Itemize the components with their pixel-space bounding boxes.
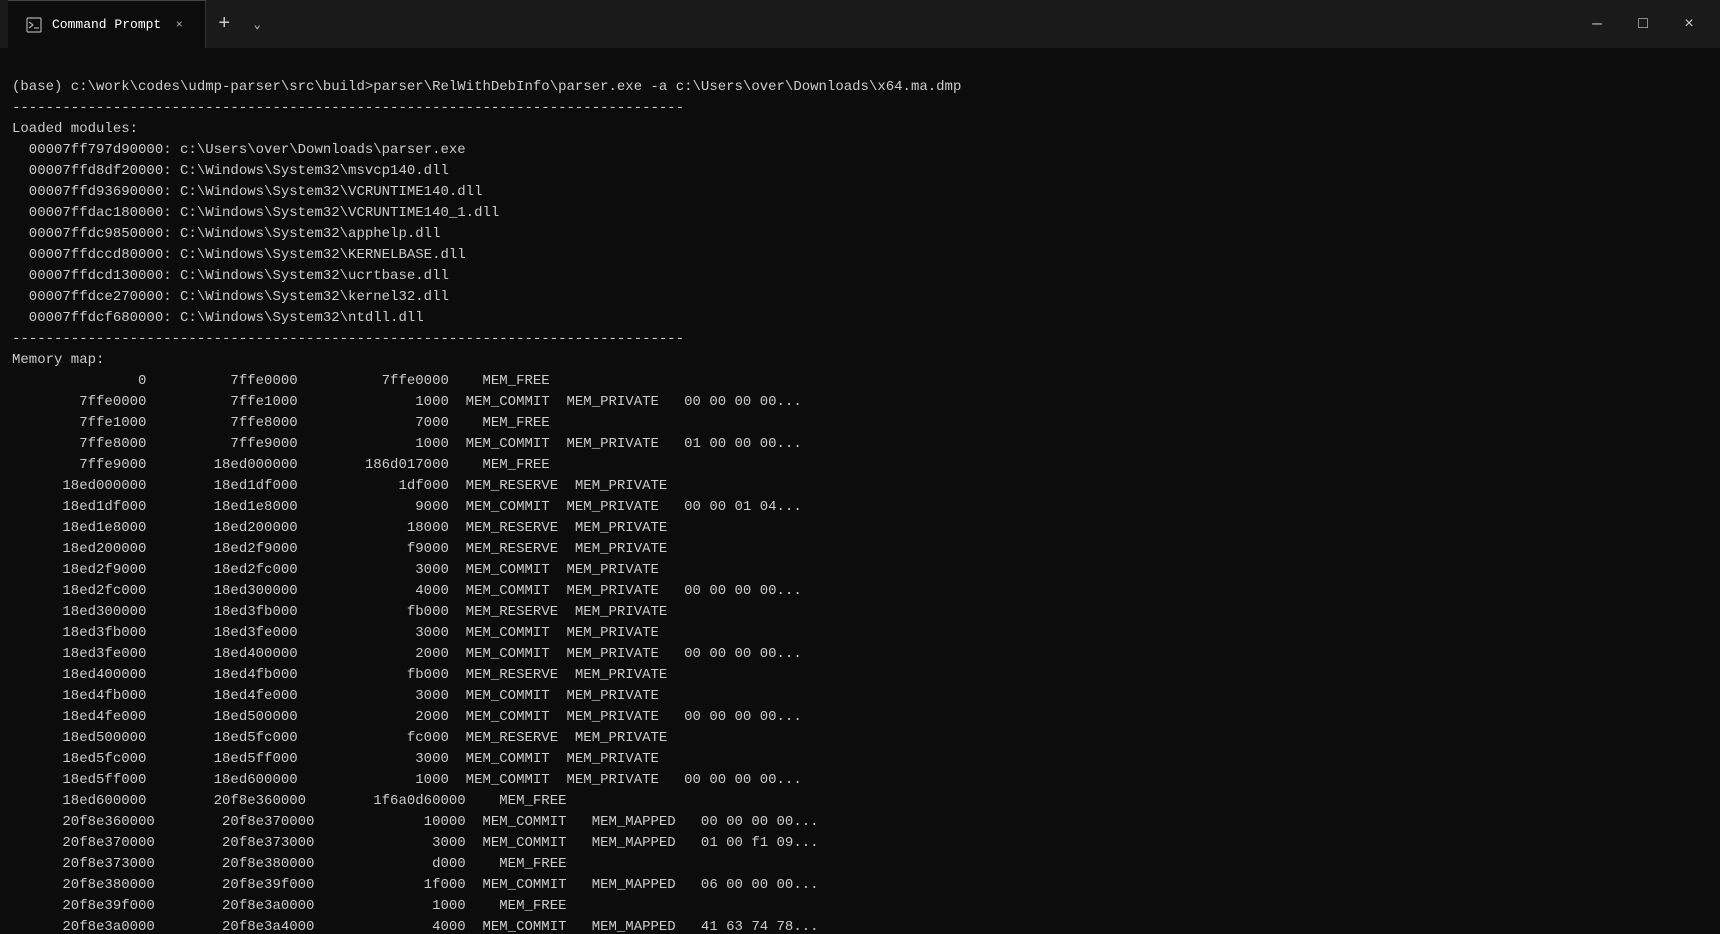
terminal-line: 00007ffdc9850000: C:\Windows\System32\ap…	[12, 224, 1708, 245]
terminal-line: 18ed4fe000 18ed500000 2000 MEM_COMMIT ME…	[12, 707, 1708, 728]
terminal-line: 00007ffdccd80000: C:\Windows\System32\KE…	[12, 245, 1708, 266]
terminal-line: 18ed400000 18ed4fb000 fb000 MEM_RESERVE …	[12, 665, 1708, 686]
terminal-line: 18ed1e8000 18ed200000 18000 MEM_RESERVE …	[12, 518, 1708, 539]
terminal-line: 00007ffd8df20000: C:\Windows\System32\ms…	[12, 161, 1708, 182]
terminal-line: 20f8e3a0000 20f8e3a4000 4000 MEM_COMMIT …	[12, 917, 1708, 934]
terminal-line: 18ed3fb000 18ed3fe000 3000 MEM_COMMIT ME…	[12, 623, 1708, 644]
terminal-line: 18ed5fc000 18ed5ff000 3000 MEM_COMMIT ME…	[12, 749, 1708, 770]
terminal-line: (base) c:\work\codes\udmp-parser\src\bui…	[12, 77, 1708, 98]
terminal-line: ----------------------------------------…	[12, 329, 1708, 350]
terminal-line: 00007ffdce270000: C:\Windows\System32\ke…	[12, 287, 1708, 308]
terminal-line: 00007ffdcd130000: C:\Windows\System32\uc…	[12, 266, 1708, 287]
terminal-line: 18ed600000 20f8e360000 1f6a0d60000 MEM_F…	[12, 791, 1708, 812]
tab-dropdown-button[interactable]: ⌄	[242, 0, 272, 48]
new-tab-button[interactable]: +	[206, 0, 242, 48]
window-controls: — □ ×	[1574, 0, 1712, 48]
titlebar: Command Prompt × + ⌄ — □ ×	[0, 0, 1720, 48]
maximize-button[interactable]: □	[1620, 0, 1666, 48]
terminal-line: 18ed1df000 18ed1e8000 9000 MEM_COMMIT ME…	[12, 497, 1708, 518]
terminal-line: 00007ffd93690000: C:\Windows\System32\VC…	[12, 182, 1708, 203]
terminal-line: 18ed500000 18ed5fc000 fc000 MEM_RESERVE …	[12, 728, 1708, 749]
terminal-line: 18ed2f9000 18ed2fc000 3000 MEM_COMMIT ME…	[12, 560, 1708, 581]
terminal-line: 00007ffdac180000: C:\Windows\System32\VC…	[12, 203, 1708, 224]
terminal-line: 18ed200000 18ed2f9000 f9000 MEM_RESERVE …	[12, 539, 1708, 560]
terminal-line: 18ed4fb000 18ed4fe000 3000 MEM_COMMIT ME…	[12, 686, 1708, 707]
terminal-line: Loaded modules:	[12, 119, 1708, 140]
terminal-line: 7ffe0000 7ffe1000 1000 MEM_COMMIT MEM_PR…	[12, 392, 1708, 413]
terminal-icon	[24, 15, 44, 35]
terminal-line: 20f8e360000 20f8e370000 10000 MEM_COMMIT…	[12, 812, 1708, 833]
tab-area: Command Prompt × + ⌄	[8, 0, 272, 48]
close-button[interactable]: ×	[1666, 0, 1712, 48]
terminal-line: 18ed300000 18ed3fb000 fb000 MEM_RESERVE …	[12, 602, 1708, 623]
terminal-line: 18ed5ff000 18ed600000 1000 MEM_COMMIT ME…	[12, 770, 1708, 791]
terminal-line: 00007ffdcf680000: C:\Windows\System32\nt…	[12, 308, 1708, 329]
terminal-line: 7ffe9000 18ed000000 186d017000 MEM_FREE	[12, 455, 1708, 476]
tab-close-button[interactable]: ×	[169, 15, 189, 35]
terminal-line: 18ed3fe000 18ed400000 2000 MEM_COMMIT ME…	[12, 644, 1708, 665]
terminal-content: (base) c:\work\codes\udmp-parser\src\bui…	[0, 48, 1720, 934]
terminal-line: 0 7ffe0000 7ffe0000 MEM_FREE	[12, 371, 1708, 392]
terminal-line: 20f8e370000 20f8e373000 3000 MEM_COMMIT …	[12, 833, 1708, 854]
terminal-line: 20f8e380000 20f8e39f000 1f000 MEM_COMMIT…	[12, 875, 1708, 896]
active-tab[interactable]: Command Prompt ×	[8, 0, 206, 48]
minimize-button[interactable]: —	[1574, 0, 1620, 48]
terminal-line: Memory map:	[12, 350, 1708, 371]
terminal-line: 00007ff797d90000: c:\Users\over\Download…	[12, 140, 1708, 161]
terminal-line: ----------------------------------------…	[12, 98, 1708, 119]
terminal-line: 7ffe1000 7ffe8000 7000 MEM_FREE	[12, 413, 1708, 434]
terminal-line: 18ed000000 18ed1df000 1df000 MEM_RESERVE…	[12, 476, 1708, 497]
terminal-line: 18ed2fc000 18ed300000 4000 MEM_COMMIT ME…	[12, 581, 1708, 602]
terminal-line: 20f8e39f000 20f8e3a0000 1000 MEM_FREE	[12, 896, 1708, 917]
tab-title: Command Prompt	[52, 17, 161, 32]
terminal-line: 7ffe8000 7ffe9000 1000 MEM_COMMIT MEM_PR…	[12, 434, 1708, 455]
terminal-line: 20f8e373000 20f8e380000 d000 MEM_FREE	[12, 854, 1708, 875]
